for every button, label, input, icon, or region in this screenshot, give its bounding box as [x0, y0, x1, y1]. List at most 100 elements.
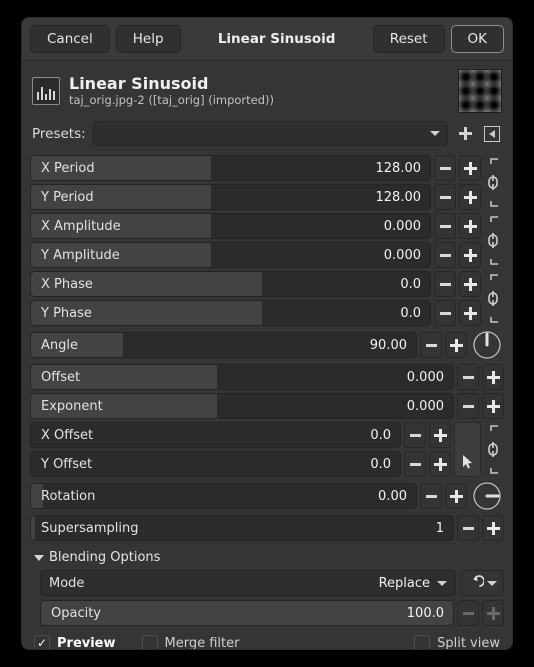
- triangle-down-icon: [34, 554, 44, 561]
- blending-options-title: Blending Options: [49, 550, 161, 565]
- x-offset-slider[interactable]: X Offset 0.0: [30, 422, 401, 448]
- param-label: Y Period: [41, 189, 94, 205]
- dialog-body: Linear Sinusoid taj_orig.jpg-2 ([taj_ori…: [22, 60, 512, 649]
- param-row-y-period: Y Period 128.00: [30, 184, 481, 210]
- param-value: 0.0: [400, 276, 421, 292]
- param-label: X Period: [41, 160, 95, 176]
- offset-slider[interactable]: Offset 0.000: [30, 364, 454, 390]
- preview-checkbox[interactable]: ✓ Preview: [34, 635, 116, 649]
- phase-chain-button[interactable]: [484, 271, 504, 326]
- amplitude-chain-button[interactable]: [484, 213, 504, 268]
- rotation-dial[interactable]: [470, 480, 504, 512]
- rotation-increment[interactable]: [445, 483, 467, 509]
- opacity-increment[interactable]: [482, 600, 504, 626]
- offset-chain-button[interactable]: [484, 422, 504, 477]
- param-row-y-amplitude: Y Amplitude 0.000: [30, 242, 481, 268]
- param-row-offset: Offset 0.000: [30, 364, 504, 390]
- y-amplitude-slider[interactable]: Y Amplitude 0.000: [30, 242, 431, 268]
- x-amplitude-increment[interactable]: [459, 213, 481, 239]
- merge-filter-checkbox[interactable]: Merge filter: [141, 635, 240, 650]
- presets-combobox[interactable]: [92, 121, 448, 146]
- param-label: Supersampling: [41, 520, 139, 536]
- ok-button[interactable]: OK: [450, 25, 504, 53]
- chevron-down-icon: [486, 580, 497, 586]
- pointer-picker-icon: [462, 455, 472, 469]
- offset-increment[interactable]: [482, 364, 504, 390]
- blending-options-expander[interactable]: Blending Options: [30, 541, 504, 570]
- x-period-decrement[interactable]: [434, 155, 456, 181]
- chain-link-icon: [488, 274, 498, 323]
- param-row-supersampling: Supersampling 1: [30, 515, 504, 541]
- mode-row: Mode Replace: [40, 570, 504, 596]
- x-period-slider[interactable]: X Period 128.00: [30, 155, 431, 181]
- angle-decrement[interactable]: [420, 332, 442, 358]
- exponent-slider[interactable]: Exponent 0.000: [30, 393, 454, 419]
- blending-options-body: Mode Replace Opacity 100.0: [30, 570, 504, 626]
- y-offset-slider[interactable]: Y Offset 0.0: [30, 451, 401, 477]
- supersampling-decrement[interactable]: [457, 515, 479, 541]
- merge-filter-label: Merge filter: [164, 635, 240, 650]
- exponent-increment[interactable]: [482, 393, 504, 419]
- mode-revert-button[interactable]: [460, 570, 504, 596]
- param-label: X Amplitude: [41, 218, 121, 234]
- param-label: Y Offset: [41, 456, 93, 472]
- preset-menu-button[interactable]: [482, 123, 502, 145]
- parameter-list: X Period 128.00 Y Period 128.00 X Amplit…: [30, 155, 504, 541]
- x-offset-decrement[interactable]: [404, 422, 426, 448]
- mode-value: Replace: [378, 575, 430, 591]
- opacity-slider[interactable]: Opacity 100.0: [40, 600, 454, 626]
- rotation-slider[interactable]: Rotation 0.00: [30, 483, 417, 509]
- supersampling-increment[interactable]: [482, 515, 504, 541]
- y-period-increment[interactable]: [459, 184, 481, 210]
- dialog-footer: ✓ Preview Merge filter Split view: [30, 626, 504, 649]
- param-row-rotation: Rotation 0.00: [30, 480, 504, 512]
- phase-group: X Phase 0.0 Y Phase 0.0: [30, 271, 504, 326]
- angle-dial[interactable]: [470, 329, 504, 361]
- y-period-slider[interactable]: Y Period 128.00: [30, 184, 431, 210]
- x-phase-increment[interactable]: [459, 271, 481, 297]
- offset-decrement[interactable]: [457, 364, 479, 390]
- angle-slider[interactable]: Angle 90.00: [30, 332, 417, 358]
- angle-increment[interactable]: [445, 332, 467, 358]
- x-phase-decrement[interactable]: [434, 271, 456, 297]
- param-label: Exponent: [41, 398, 103, 414]
- mode-combobox[interactable]: Mode Replace: [40, 570, 456, 596]
- amplitude-group: X Amplitude 0.000 Y Amplitude 0.000: [30, 213, 504, 268]
- reset-button[interactable]: Reset: [372, 25, 445, 53]
- y-period-decrement[interactable]: [434, 184, 456, 210]
- x-period-increment[interactable]: [459, 155, 481, 181]
- x-amplitude-slider[interactable]: X Amplitude 0.000: [30, 213, 431, 239]
- chain-link-icon: [488, 158, 498, 207]
- x-amplitude-decrement[interactable]: [434, 213, 456, 239]
- y-phase-decrement[interactable]: [434, 300, 456, 326]
- param-row-opacity: Opacity 100.0: [40, 600, 504, 626]
- param-label: Y Phase: [41, 305, 92, 321]
- x-offset-increment[interactable]: [429, 422, 451, 448]
- checkmark-icon: ✓: [36, 636, 48, 649]
- help-button[interactable]: Help: [115, 25, 181, 53]
- split-view-checkbox[interactable]: Split view: [414, 635, 500, 649]
- param-label: X Offset: [41, 427, 94, 443]
- add-preset-button[interactable]: [455, 123, 475, 145]
- y-phase-increment[interactable]: [459, 300, 481, 326]
- x-phase-slider[interactable]: X Phase 0.0: [30, 271, 431, 297]
- checkbox-box: [414, 635, 431, 649]
- filter-info-row: Linear Sinusoid taj_orig.jpg-2 ([taj_ori…: [30, 61, 504, 119]
- preview-label: Preview: [57, 635, 116, 650]
- opacity-decrement[interactable]: [457, 600, 479, 626]
- offset-pick-on-canvas-button[interactable]: [454, 422, 481, 477]
- filter-gegl-icon: [32, 77, 60, 105]
- y-amplitude-decrement[interactable]: [434, 242, 456, 268]
- y-offset-decrement[interactable]: [404, 451, 426, 477]
- y-phase-slider[interactable]: Y Phase 0.0: [30, 300, 431, 326]
- exponent-decrement[interactable]: [457, 393, 479, 419]
- preview-thumbnail[interactable]: [458, 69, 502, 113]
- period-chain-button[interactable]: [484, 155, 504, 210]
- y-amplitude-increment[interactable]: [459, 242, 481, 268]
- supersampling-slider[interactable]: Supersampling 1: [30, 515, 454, 541]
- y-offset-increment[interactable]: [429, 451, 451, 477]
- period-group: X Period 128.00 Y Period 128.00: [30, 155, 504, 210]
- rotation-decrement[interactable]: [420, 483, 442, 509]
- cancel-button[interactable]: Cancel: [30, 25, 110, 53]
- param-value: 0.000: [406, 398, 444, 414]
